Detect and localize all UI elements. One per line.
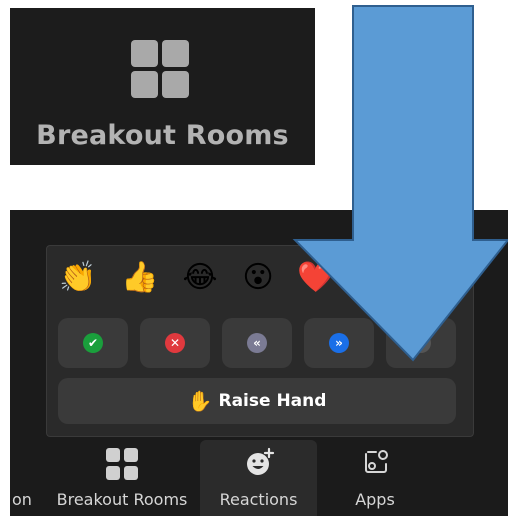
raised-hand-icon: ✋ — [187, 389, 213, 413]
check-icon: ✔ — [83, 333, 103, 353]
slow-down-button[interactable]: « — [222, 318, 292, 368]
toolbar-reactions-label: Reactions — [219, 490, 298, 509]
no-button[interactable]: ✕ — [140, 318, 210, 368]
apps-icon — [365, 450, 388, 473]
breakout-rooms-icon — [131, 40, 189, 98]
grid-icon — [106, 448, 138, 480]
down-arrow-annotation — [292, 5, 508, 362]
raise-hand-button[interactable]: ✋ Raise Hand — [58, 378, 456, 424]
yes-button[interactable]: ✔ — [58, 318, 128, 368]
toolbar-partial-label: on — [12, 490, 32, 509]
toolbar-apps[interactable]: Apps — [330, 440, 420, 516]
rewind-icon: « — [247, 333, 267, 353]
thumbs-up-reaction[interactable]: 👍 — [120, 258, 160, 298]
clapping-hands-reaction[interactable]: 👏 — [58, 258, 98, 298]
toolbar-item-partial[interactable]: on — [10, 440, 40, 516]
tears-of-joy-reaction[interactable]: 😂 — [180, 258, 220, 298]
breakout-rooms-label: Breakout Rooms — [36, 120, 289, 151]
breakout-rooms-callout: Breakout Rooms — [10, 8, 315, 165]
smiley-plus-icon — [247, 447, 275, 475]
toolbar-apps-label: Apps — [355, 490, 395, 509]
toolbar-breakout-rooms-label: Breakout Rooms — [56, 490, 188, 509]
raise-hand-label: Raise Hand — [218, 391, 327, 411]
toolbar-reactions[interactable]: Reactions — [200, 440, 317, 516]
x-icon: ✕ — [165, 333, 185, 353]
open-mouth-reaction[interactable]: 😮 — [238, 258, 278, 298]
